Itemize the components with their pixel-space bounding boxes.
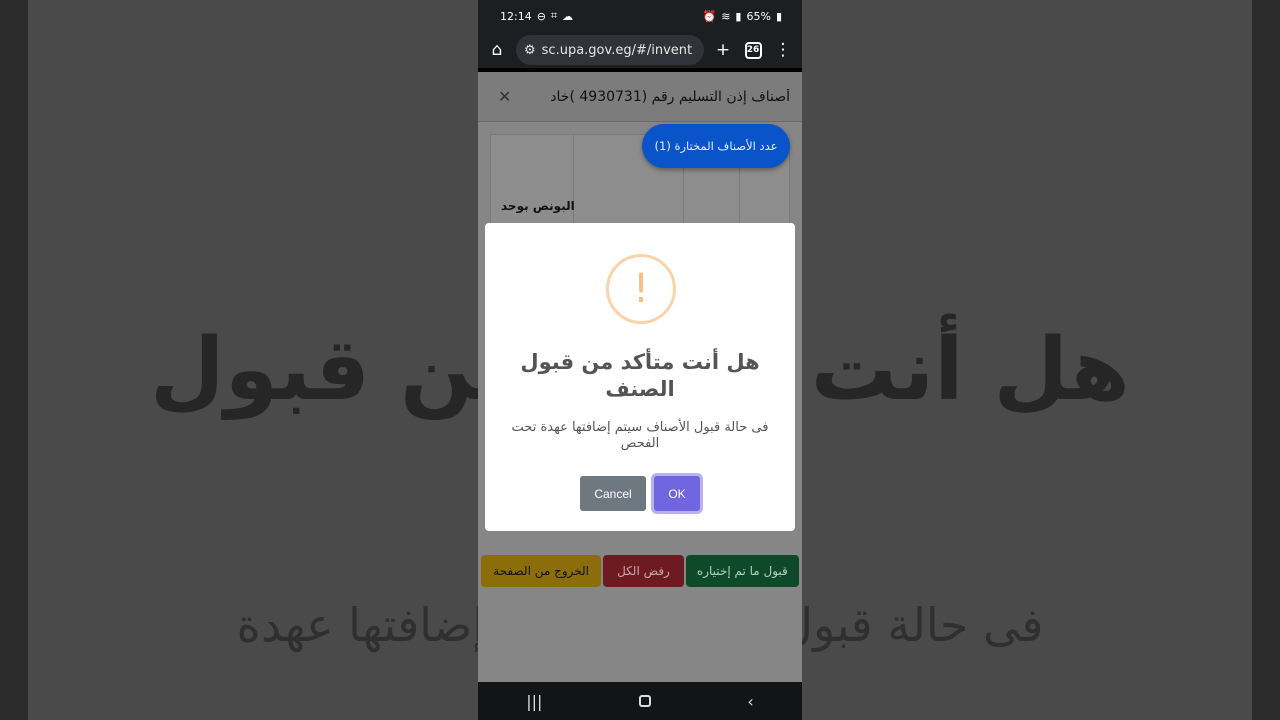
selected-count-pill: عدد الأصناف المختارة (1) — [642, 124, 790, 168]
screenshot-icon: ⌗ — [550, 9, 558, 22]
dnd-icon: ⊖ — [536, 9, 546, 23]
browser-toolbar: ⌂ ⚙ sc.upa.gov.eg/#/invent + 26 ⋮ — [478, 32, 802, 68]
confirm-dialog: ! هل أنت متأكد من قبول الصنف فى حالة قبو… — [485, 223, 795, 531]
modal-header: ✕ أصناف إذن التسليم رقم (4930731 )خاد — [478, 72, 802, 122]
alarm-icon: ⏰ — [702, 9, 717, 23]
tab-count: 26 — [744, 41, 762, 59]
url-text: sc.upa.gov.eg/#/invent — [541, 42, 693, 58]
back-icon[interactable]: ‹ — [747, 692, 753, 711]
dialog-title: هل أنت متأكد من قبول الصنف — [520, 350, 760, 401]
page-content: ✕ أصناف إذن التسليم رقم (4930731 )خاد ال… — [478, 72, 802, 682]
modal-title: أصناف إذن التسليم رقم (4930731 )خاد — [550, 88, 790, 105]
signal-icon: ▮ — [735, 9, 742, 23]
battery-icon: ▮ — [775, 9, 782, 23]
ok-button[interactable]: OK — [654, 476, 700, 511]
dialog-buttons: Cancel OK — [485, 476, 795, 511]
home-nav-icon[interactable] — [638, 695, 651, 707]
tabs-button[interactable]: 26 — [742, 39, 764, 61]
modal-actions: الخروج من الصفحة رفض الكل قبول ما تم إخت… — [481, 555, 799, 587]
close-icon[interactable]: ✕ — [498, 87, 511, 106]
exit-page-button[interactable]: الخروج من الصفحة — [481, 555, 602, 587]
reject-all-button[interactable]: رفض الكل — [603, 555, 684, 587]
recents-icon[interactable]: ||| — [526, 692, 542, 711]
menu-icon[interactable]: ⋮ — [772, 39, 794, 61]
home-icon[interactable]: ⌂ — [486, 39, 508, 61]
backdrop-right-edge — [1252, 0, 1280, 720]
address-bar[interactable]: ⚙ sc.upa.gov.eg/#/invent — [516, 35, 704, 65]
clock: 12:14 — [500, 9, 532, 23]
warning-icon: ! — [606, 254, 676, 324]
cancel-button[interactable]: Cancel — [580, 476, 646, 511]
new-tab-icon[interactable]: + — [712, 39, 734, 61]
backdrop-left-edge — [0, 0, 28, 720]
battery-text: 65% — [746, 9, 771, 23]
phone-screen: 12:14 ⊖ ⌗ ☁ ⏰ ≋ ▮ 65% ▮ ⌂ ⚙ sc.upa.gov.e… — [478, 0, 802, 720]
status-bar: 12:14 ⊖ ⌗ ☁ ⏰ ≋ ▮ 65% ▮ — [478, 0, 802, 32]
accept-selected-button[interactable]: قبول ما تم إختياره — [685, 555, 799, 587]
site-settings-icon[interactable]: ⚙ — [524, 43, 536, 58]
wifi-icon: ≋ — [721, 9, 731, 23]
cloud-icon: ☁ — [562, 9, 574, 23]
android-nav-bar: ||| ‹ — [478, 682, 802, 720]
bonus-column-header: البونص بوحد — [501, 199, 575, 213]
dialog-text: فى حالة قبول الأصناف سيتم إضافتها عهدة ت… — [511, 420, 769, 451]
